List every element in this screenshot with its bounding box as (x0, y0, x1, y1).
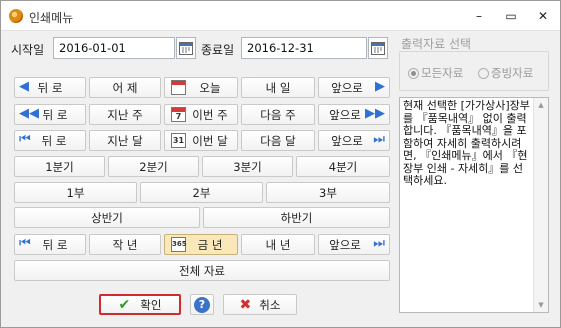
next-month-button[interactable]: 다음 달 (241, 130, 315, 151)
calendar-icon (179, 41, 193, 55)
title-bar: 인쇄메뉴 – ▭ ✕ (1, 1, 560, 31)
this-year-button[interactable]: 365 금 년 (164, 234, 238, 255)
window-title: 인쇄메뉴 (29, 11, 74, 25)
skip-forward-icon: ⏭ (373, 132, 385, 147)
output-group-title: 출력자료 선택 (401, 37, 472, 51)
arrow-left-icon: ◀ (19, 79, 29, 94)
radio-evidence-data[interactable]: 증빙자료 (478, 65, 533, 81)
yesterday-button[interactable]: 어 제 (89, 77, 161, 98)
last-year-button[interactable]: 작 년 (89, 234, 161, 255)
quarter-3-button[interactable]: 3분기 (202, 156, 293, 177)
rewind-icon: ⏮ (19, 236, 31, 251)
calendar-icon (371, 41, 385, 55)
ok-button[interactable]: ✔ 확인 (99, 294, 181, 315)
quarter-2-button[interactable]: 2분기 (108, 156, 199, 177)
today-button[interactable]: 오늘 (164, 77, 238, 98)
last-month-button[interactable]: 지난 달 (89, 130, 161, 151)
part-1-button[interactable]: 1부 (14, 182, 137, 203)
part-3-button[interactable]: 3부 (266, 182, 390, 203)
this-month-button[interactable]: 31 이번 달 (164, 130, 238, 151)
quarter-4-button[interactable]: 4분기 (296, 156, 390, 177)
info-text: 현재 선택한 [가가상사]장부를 『품목내역』 없이 출력합니다. 『품목내역』… (403, 99, 530, 187)
next-week-button[interactable]: 다음 주 (241, 104, 315, 125)
quarter-1-button[interactable]: 1분기 (14, 156, 105, 177)
close-button[interactable]: ✕ (531, 6, 555, 26)
next-year-button[interactable]: 내 년 (241, 234, 315, 255)
calendar-day-icon (171, 80, 186, 95)
info-textbox[interactable]: 현재 선택한 [가가상사]장부를 『품목내역』 없이 출력합니다. 『품목내역』… (399, 97, 549, 313)
double-arrow-right-icon: ▶▶ (365, 106, 385, 121)
last-week-button[interactable]: 지난 주 (89, 104, 161, 125)
day-back-button[interactable]: ◀ 뒤 로 (14, 77, 86, 98)
calendar-month-icon: 31 (171, 133, 186, 148)
all-data-button[interactable]: 전체 자료 (14, 260, 390, 281)
help-button[interactable]: ? (190, 294, 214, 315)
app-icon (9, 9, 23, 23)
scroll-down-icon[interactable]: ▼ (534, 298, 548, 312)
start-date-field[interactable]: 2016-01-01 (53, 37, 175, 59)
arrow-right-icon: ▶ (375, 79, 385, 94)
start-date-label: 시작일 (11, 43, 45, 57)
second-half-button[interactable]: 하반기 (203, 207, 390, 228)
year-back-button[interactable]: ⏮ 뒤 로 (14, 234, 86, 255)
help-icon: ? (194, 296, 210, 313)
fast-forward-icon: ⏭ (373, 236, 385, 251)
end-date-label: 종료일 (201, 43, 235, 57)
tomorrow-button[interactable]: 내 일 (241, 77, 315, 98)
print-menu-window: 인쇄메뉴 – ▭ ✕ 시작일 2016-01-01 종료일 2016-12-31… (0, 0, 561, 328)
vertical-scrollbar[interactable]: ▲ ▼ (533, 98, 548, 312)
restore-button[interactable]: ▭ (499, 6, 523, 26)
checkmark-icon: ✔ (118, 296, 131, 313)
month-forward-button[interactable]: 앞으로 ⏭ (318, 130, 390, 151)
radio-unselected-icon (478, 68, 489, 79)
year-forward-button[interactable]: 앞으로 ⏭ (318, 234, 390, 255)
skip-back-icon: ⏮ (19, 132, 31, 147)
first-half-button[interactable]: 상반기 (14, 207, 200, 228)
week-forward-button[interactable]: 앞으로 ▶▶ (318, 104, 390, 125)
week-back-button[interactable]: ◀◀ 뒤 로 (14, 104, 86, 125)
this-week-button[interactable]: 7 이번 주 (164, 104, 238, 125)
calendar-year-icon: 365 (171, 237, 187, 252)
end-date-field[interactable]: 2016-12-31 (241, 37, 367, 59)
part-2-button[interactable]: 2부 (140, 182, 263, 203)
day-forward-button[interactable]: 앞으로 ▶ (318, 77, 390, 98)
calendar-week-icon: 7 (171, 107, 186, 122)
double-arrow-left-icon: ◀◀ (19, 106, 39, 121)
radio-all-data[interactable]: 모든자료 (408, 65, 463, 81)
output-group-box: 모든자료 증빙자료 (399, 51, 549, 91)
cross-icon: ✖ (239, 296, 252, 313)
start-date-calendar-button[interactable] (176, 37, 196, 59)
end-date-calendar-button[interactable] (368, 37, 388, 59)
scroll-up-icon[interactable]: ▲ (534, 98, 548, 112)
radio-selected-icon (408, 68, 419, 79)
month-back-button[interactable]: ⏮ 뒤 로 (14, 130, 86, 151)
minimize-button[interactable]: – (467, 6, 491, 26)
cancel-button[interactable]: ✖ 취소 (223, 294, 297, 315)
